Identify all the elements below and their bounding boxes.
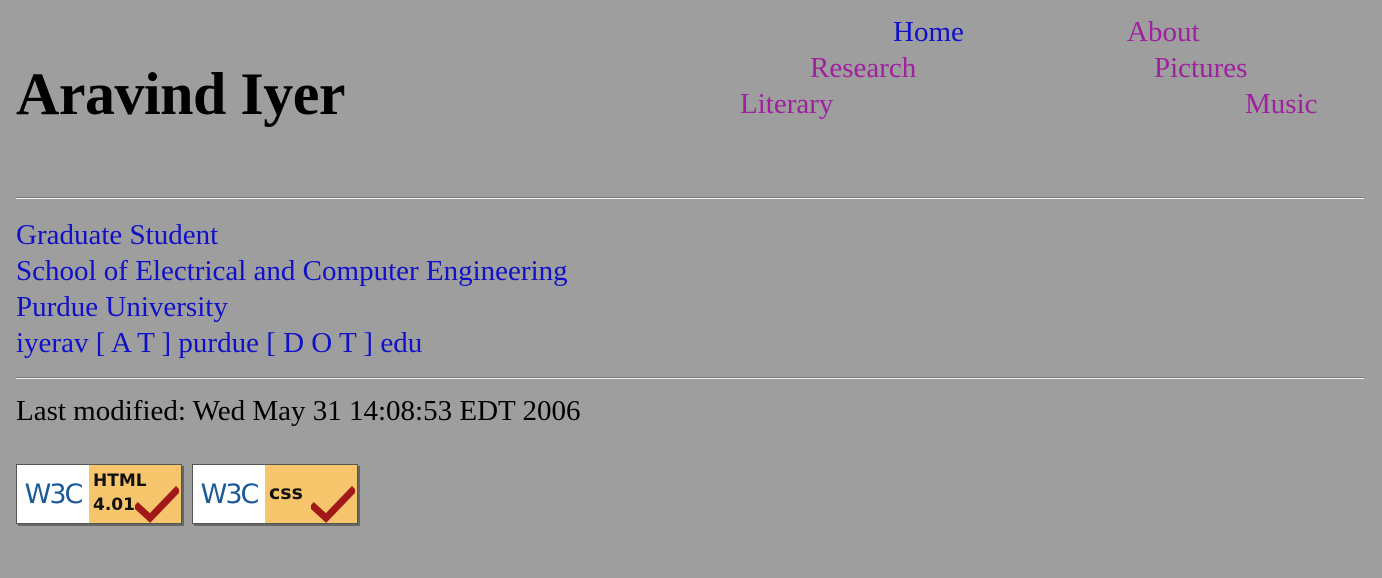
html-badge-line2: 4.01 bbox=[93, 495, 135, 515]
nav-research-link[interactable]: Research bbox=[810, 54, 916, 83]
check-mark-icon bbox=[135, 486, 179, 523]
email-link[interactable]: iyerav [ A T ] purdue [ D O T ] edu bbox=[16, 325, 568, 361]
divider-bottom bbox=[16, 377, 1364, 379]
divider-top bbox=[16, 197, 1364, 199]
nav-home-link[interactable]: Home bbox=[893, 18, 964, 47]
school-link[interactable]: School of Electrical and Computer Engine… bbox=[16, 253, 568, 289]
w3c-logo: W3C bbox=[17, 465, 89, 523]
page-title: Aravind Iyer bbox=[16, 61, 345, 127]
contact-block: Graduate Student School of Electrical an… bbox=[16, 217, 568, 361]
last-modified-text: Last modified: Wed May 31 14:08:53 EDT 2… bbox=[16, 395, 581, 427]
university-link[interactable]: Purdue University bbox=[16, 289, 568, 325]
w3c-html-badge[interactable]: W3C HTML 4.01 bbox=[16, 464, 182, 524]
w3c-css-badge[interactable]: W3C css bbox=[192, 464, 358, 524]
nav-about-link[interactable]: About bbox=[1127, 18, 1200, 47]
nav-music-link[interactable]: Music bbox=[1245, 90, 1318, 119]
css-badge-line1: css bbox=[269, 482, 303, 504]
w3c-logo: W3C bbox=[193, 465, 265, 523]
nav-literary-link[interactable]: Literary bbox=[740, 90, 833, 119]
nav-pictures-link[interactable]: Pictures bbox=[1154, 54, 1247, 83]
check-mark-icon bbox=[311, 486, 355, 523]
role-link[interactable]: Graduate Student bbox=[16, 217, 568, 253]
